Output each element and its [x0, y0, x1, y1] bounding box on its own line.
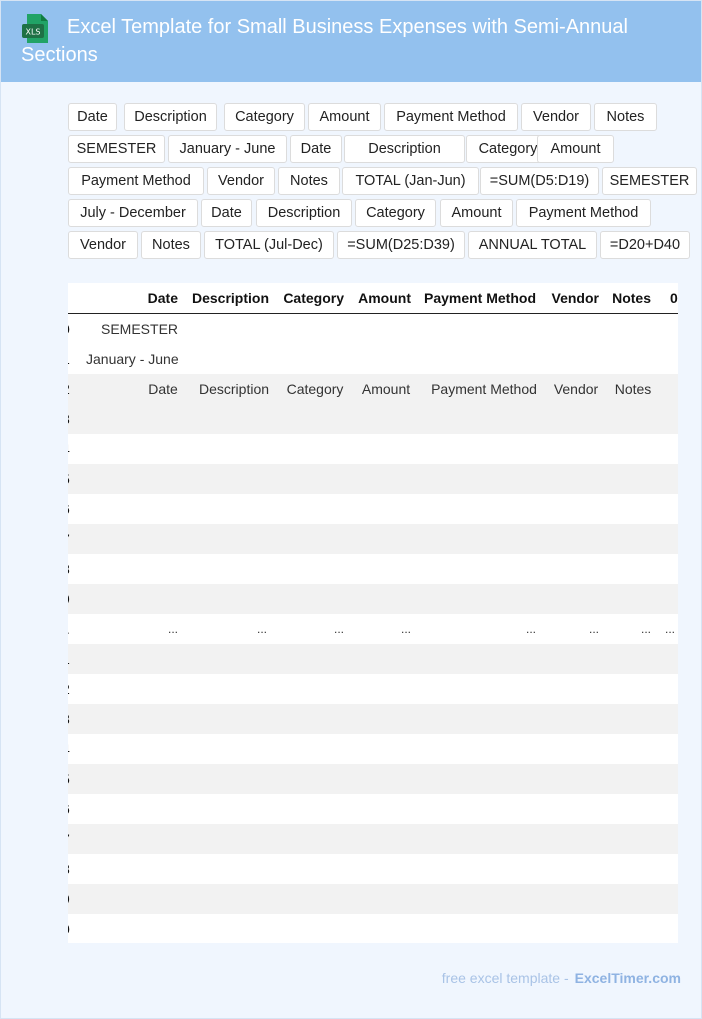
- field-chip: Amount: [440, 199, 513, 227]
- table-row: 1: [68, 644, 678, 674]
- table-cell: SEMESTER: [101, 321, 179, 337]
- table-row: 4: [68, 434, 678, 464]
- footer-credit: free excel template - ExcelTimer.com: [300, 968, 681, 988]
- table-header-row: Date Description Category Amount Payment Met…: [68, 283, 678, 314]
- field-chip: Payment Method: [384, 103, 518, 131]
- field-chip: Notes: [278, 167, 340, 195]
- table-cell: ...: [256, 622, 267, 636]
- table-row: 9: [68, 584, 678, 614]
- row-number: 1: [68, 644, 74, 674]
- field-chip: ANNUAL TOTAL: [468, 231, 597, 259]
- table-row: 6: [68, 494, 678, 524]
- row-number: 8: [68, 554, 74, 584]
- footer-prefix: free excel template -: [441, 970, 569, 986]
- table-row: 3: [68, 404, 678, 434]
- row-number: 0: [68, 914, 74, 943]
- field-chip: Vendor: [521, 103, 591, 131]
- table-row: 7: [68, 824, 678, 854]
- table-row: ..........................: [68, 614, 678, 644]
- row-number: 6: [68, 794, 74, 824]
- column-header: Vendor: [551, 290, 599, 306]
- field-chip: =SUM(D25:D39): [337, 231, 465, 259]
- column-header: 0: [670, 290, 678, 306]
- table-cell: ...: [333, 622, 344, 636]
- table-row: 3: [68, 704, 678, 734]
- field-chip: Description: [124, 103, 217, 131]
- row-number: 0: [68, 314, 74, 344]
- table-row: 5: [68, 464, 678, 494]
- field-chip: TOTAL (Jan-Jun): [342, 167, 479, 195]
- row-number: 4: [68, 734, 74, 764]
- field-chip: Notes: [594, 103, 657, 131]
- field-chip: Description: [344, 135, 465, 163]
- row-number: 9: [68, 584, 74, 614]
- table-row: 8: [68, 854, 678, 884]
- field-chip: =SUM(D5:D19): [480, 167, 599, 195]
- table-row: 6: [68, 794, 678, 824]
- field-chip: Amount: [537, 135, 614, 163]
- field-chip: January - June: [168, 135, 287, 163]
- row-number: 4: [68, 434, 74, 464]
- field-chip: Vendor: [68, 231, 138, 259]
- spreadsheet-preview: Date Description Category Amount Payment Met…: [68, 283, 678, 943]
- field-chip: SEMESTER: [68, 135, 165, 163]
- table-row: 5: [68, 764, 678, 794]
- field-chip: Amount: [308, 103, 381, 131]
- table-cell: January - June: [86, 351, 179, 367]
- field-chip: Notes: [141, 231, 201, 259]
- row-number: 9: [68, 884, 74, 914]
- table-row: 7: [68, 524, 678, 554]
- footer-brand-link[interactable]: ExcelTimer.com: [575, 970, 681, 986]
- row-number: 2: [68, 374, 74, 404]
- row-number: 5: [68, 464, 74, 494]
- field-chip: =D20+D40: [600, 231, 690, 259]
- table-row: 4: [68, 734, 678, 764]
- table-row: 1 January - June: [68, 344, 678, 374]
- row-number: 8: [68, 854, 74, 884]
- field-chip: Date: [290, 135, 342, 163]
- column-header: Date: [147, 290, 178, 306]
- row-number: 5: [68, 764, 74, 794]
- column-header: Description: [191, 290, 269, 306]
- table-cell: ...: [665, 622, 676, 636]
- row-number: 7: [68, 824, 74, 854]
- column-header: Payment Method: [423, 290, 536, 306]
- column-header: Category: [283, 290, 344, 306]
- row-number: 1: [68, 344, 74, 374]
- field-chip: Date: [68, 103, 117, 131]
- table-row: 9: [68, 884, 678, 914]
- table-cell: ...: [400, 622, 411, 636]
- row-number: 2: [68, 674, 74, 704]
- table-row: 0 SEMESTER: [68, 314, 678, 344]
- table-row: 0: [68, 914, 678, 943]
- field-chip: Date: [201, 199, 252, 227]
- field-chip: SEMESTER: [602, 167, 697, 195]
- field-chip: TOTAL (Jul-Dec): [204, 231, 334, 259]
- page-title: Excel Template for Small Business Expens…: [21, 16, 628, 66]
- table-row: 8: [68, 554, 678, 584]
- column-header: Notes: [612, 290, 651, 306]
- row-number: 7: [68, 524, 74, 554]
- field-chip: Payment Method: [516, 199, 651, 227]
- field-chip: July - December: [68, 199, 198, 227]
- table-cell: ...: [640, 622, 651, 636]
- table-row: 2DateDescriptionCategoryAmountPayment Me…: [68, 374, 678, 404]
- table-cell: ...: [167, 622, 178, 636]
- row-number: 3: [68, 704, 74, 734]
- field-chip: Payment Method: [68, 167, 204, 195]
- row-number: 6: [68, 494, 74, 524]
- row-number: 3: [68, 404, 74, 434]
- field-chip: Description: [256, 199, 352, 227]
- table-cell: Notes: [614, 381, 652, 397]
- table-cell: ...: [525, 622, 536, 636]
- field-chip-list: Date Description Category Amount Payment Met…: [68, 103, 700, 263]
- row-number: ..: [68, 614, 74, 644]
- table-cell: ...: [588, 622, 599, 636]
- field-chip: Category: [224, 103, 305, 131]
- field-chip: Category: [355, 199, 436, 227]
- field-chip: Vendor: [207, 167, 275, 195]
- table-row: 2: [68, 674, 678, 704]
- column-header: Amount: [358, 290, 411, 306]
